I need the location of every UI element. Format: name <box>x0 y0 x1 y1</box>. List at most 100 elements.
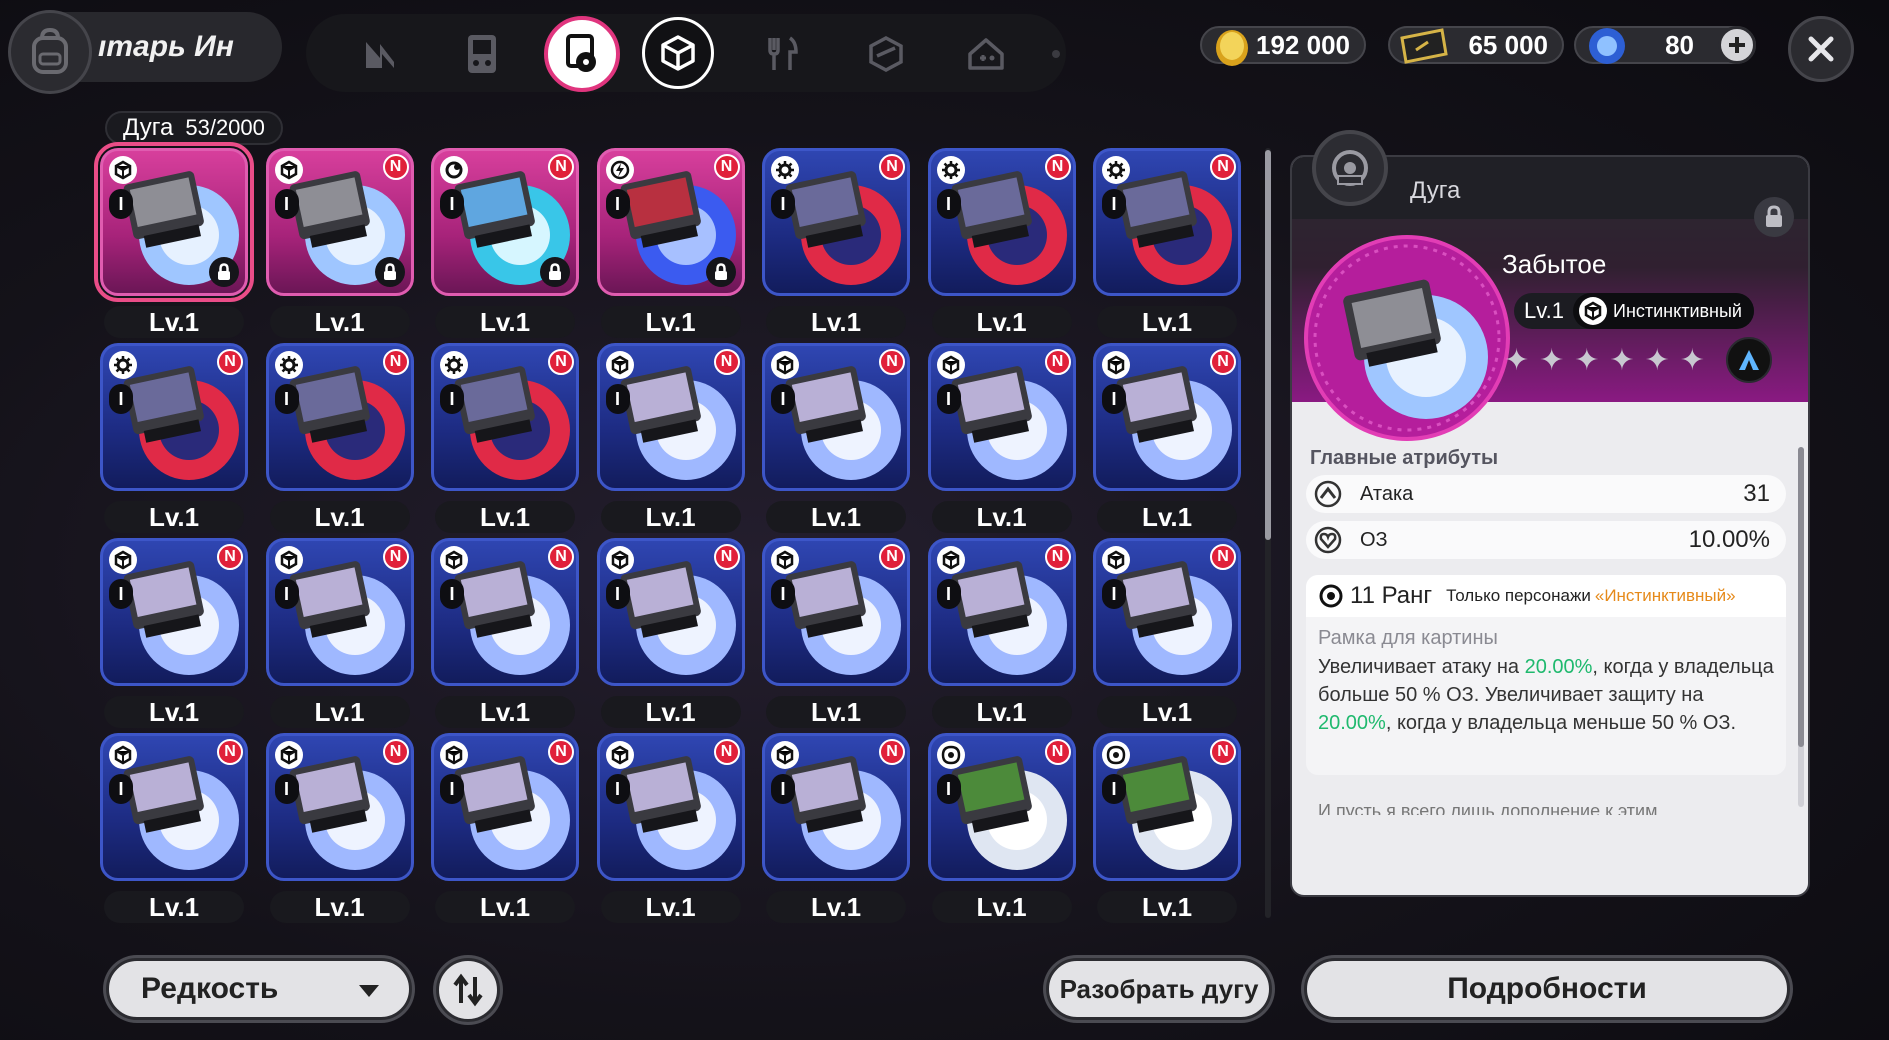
arc-card-frame[interactable]: IN <box>100 343 248 491</box>
arc-card[interactable]: I N Lv.1 <box>762 538 910 734</box>
arc-card[interactable]: I N Lv.1 <box>100 538 248 734</box>
add-crystal-button[interactable] <box>1718 26 1756 64</box>
tab-arcs[interactable] <box>544 16 620 92</box>
arc-card[interactable]: I N Lv.1 <box>265 343 414 539</box>
arc-card-frame[interactable]: IN <box>1093 733 1241 881</box>
arc-card[interactable]: I N Lv.1 <box>265 538 414 734</box>
arc-card[interactable]: I N Lv.1 <box>1093 733 1241 929</box>
arc-card-frame[interactable]: IN <box>100 538 248 686</box>
new-badge: N <box>217 544 243 570</box>
arc-card-frame[interactable]: IN <box>431 538 579 686</box>
tab-home[interactable] <box>956 24 1016 84</box>
arc-card[interactable]: I N Lv.1 <box>927 148 1076 344</box>
arc-card-frame[interactable]: IN <box>265 538 414 686</box>
inventory-count: Дуга 53/2000 <box>105 111 283 145</box>
new-badge: N <box>217 739 243 765</box>
instinct-type-icon <box>440 741 468 769</box>
arc-card-frame[interactable]: I <box>94 142 254 302</box>
arc-card-frame[interactable]: IN <box>1093 343 1241 491</box>
close-icon <box>1808 36 1834 62</box>
arc-card-frame[interactable]: IN <box>596 148 745 296</box>
detail-scrollbar-thumb[interactable] <box>1798 447 1804 747</box>
arc-category-icon <box>1312 130 1388 206</box>
arc-card[interactable]: I N Lv.1 <box>596 343 745 539</box>
rank-badge: I <box>771 384 795 414</box>
arc-card-frame[interactable]: IN <box>265 343 414 491</box>
arc-level-label: Lv.1 <box>104 891 244 923</box>
arc-level-label: Lv.1 <box>435 501 575 533</box>
chevron-down-icon <box>359 985 379 997</box>
arc-card-frame[interactable]: IN <box>265 148 414 296</box>
arc-card[interactable]: I N Lv.1 <box>762 148 910 344</box>
gameboy-icon <box>468 35 496 73</box>
arc-card-frame[interactable]: IN <box>927 343 1076 491</box>
rank-badge: I <box>274 384 299 414</box>
arc-card[interactable]: I N Lv.1 <box>596 538 745 734</box>
arc-card-frame[interactable]: IN <box>431 343 579 491</box>
arc-card[interactable]: I N Lv.1 <box>431 538 579 734</box>
lock-toggle[interactable] <box>1754 197 1794 237</box>
attributes-title: Главные атрибуты <box>1310 447 1499 469</box>
rank-badge: I <box>109 384 133 414</box>
n-logo-icon <box>366 42 394 68</box>
tab-crafting[interactable] <box>856 24 916 84</box>
tab-modules[interactable] <box>350 24 410 84</box>
close-button[interactable] <box>1788 16 1854 82</box>
arc-card-frame[interactable]: IN <box>762 148 910 296</box>
arc-card[interactable]: I N Lv.1 <box>1093 538 1241 734</box>
arc-card[interactable]: I N Lv.1 <box>1093 148 1241 344</box>
sort-arrows-icon <box>453 973 483 1007</box>
tab-devices[interactable] <box>452 24 512 84</box>
arc-card-frame[interactable]: IN <box>431 733 579 881</box>
arc-card[interactable]: I N Lv.1 <box>100 733 248 929</box>
arc-card-frame[interactable]: IN <box>596 733 745 881</box>
inventory-tab-label[interactable]: ıтарь Ин <box>62 12 282 82</box>
tab-food[interactable] <box>752 24 812 84</box>
arc-card-frame[interactable]: IN <box>1093 538 1241 686</box>
arc-card-frame[interactable]: IN <box>762 733 910 881</box>
arc-card-frame[interactable]: IN <box>431 148 579 296</box>
new-badge: N <box>713 739 740 765</box>
currency-crystal: 80 <box>1574 26 1756 64</box>
arc-card-frame[interactable]: IN <box>265 733 414 881</box>
arc-card[interactable]: I N Lv.1 <box>927 343 1076 539</box>
arc-card[interactable]: I N Lv.1 <box>762 733 910 929</box>
grid-scrollbar-thumb[interactable] <box>1265 150 1271 540</box>
arc-card-frame[interactable]: IN <box>762 343 910 491</box>
arc-card[interactable]: I N Lv.1 <box>431 148 579 344</box>
arc-card-frame[interactable]: IN <box>100 733 248 881</box>
arc-card[interactable]: I N Lv.1 <box>596 148 745 344</box>
arc-card[interactable]: I N Lv.1 <box>927 733 1076 929</box>
arc-card[interactable]: I N Lv.1 <box>1093 343 1241 539</box>
gear-type-icon <box>936 156 965 184</box>
details-button[interactable]: Подробности <box>1304 958 1790 1020</box>
arc-level-label: Lv.1 <box>931 306 1072 338</box>
disassemble-button[interactable]: Разобрать дугу <box>1046 958 1272 1020</box>
arc-card[interactable]: I N Lv.1 <box>431 733 579 929</box>
arc-card[interactable]: I N Lv.1 <box>431 343 579 539</box>
arc-card-frame[interactable]: IN <box>762 538 910 686</box>
arc-level-label: Lv.1 <box>269 501 410 533</box>
arc-card-frame[interactable]: IN <box>927 538 1076 686</box>
backpack-button[interactable] <box>8 10 92 94</box>
sort-order-toggle[interactable] <box>436 958 500 1022</box>
swirl-type-icon <box>1102 741 1130 769</box>
arc-card[interactable]: I N Lv.1 <box>265 148 414 344</box>
arc-card[interactable]: I N Lv.1 <box>596 733 745 929</box>
arc-level-label: Lv.1 <box>931 891 1072 923</box>
arc-card[interactable]: I N Lv.1 <box>927 538 1076 734</box>
tab-materials[interactable] <box>642 17 714 89</box>
arc-card[interactable]: I N Lv.1 <box>762 343 910 539</box>
backpack-icon <box>32 28 68 74</box>
instinct-type-icon <box>936 546 965 574</box>
lock-icon <box>1766 205 1782 227</box>
arc-card-frame[interactable]: IN <box>596 343 745 491</box>
arc-card-frame[interactable]: IN <box>596 538 745 686</box>
arc-card[interactable]: I N Lv.1 <box>265 733 414 929</box>
arc-card[interactable]: I N Lv.1 <box>100 343 248 539</box>
arc-card-frame[interactable]: IN <box>927 148 1076 296</box>
sort-dropdown[interactable]: Редкость <box>106 958 412 1020</box>
arc-card-frame[interactable]: IN <box>1093 148 1241 296</box>
arc-card-frame[interactable]: IN <box>927 733 1076 881</box>
arc-card[interactable]: I Lv.1 <box>94 142 254 344</box>
